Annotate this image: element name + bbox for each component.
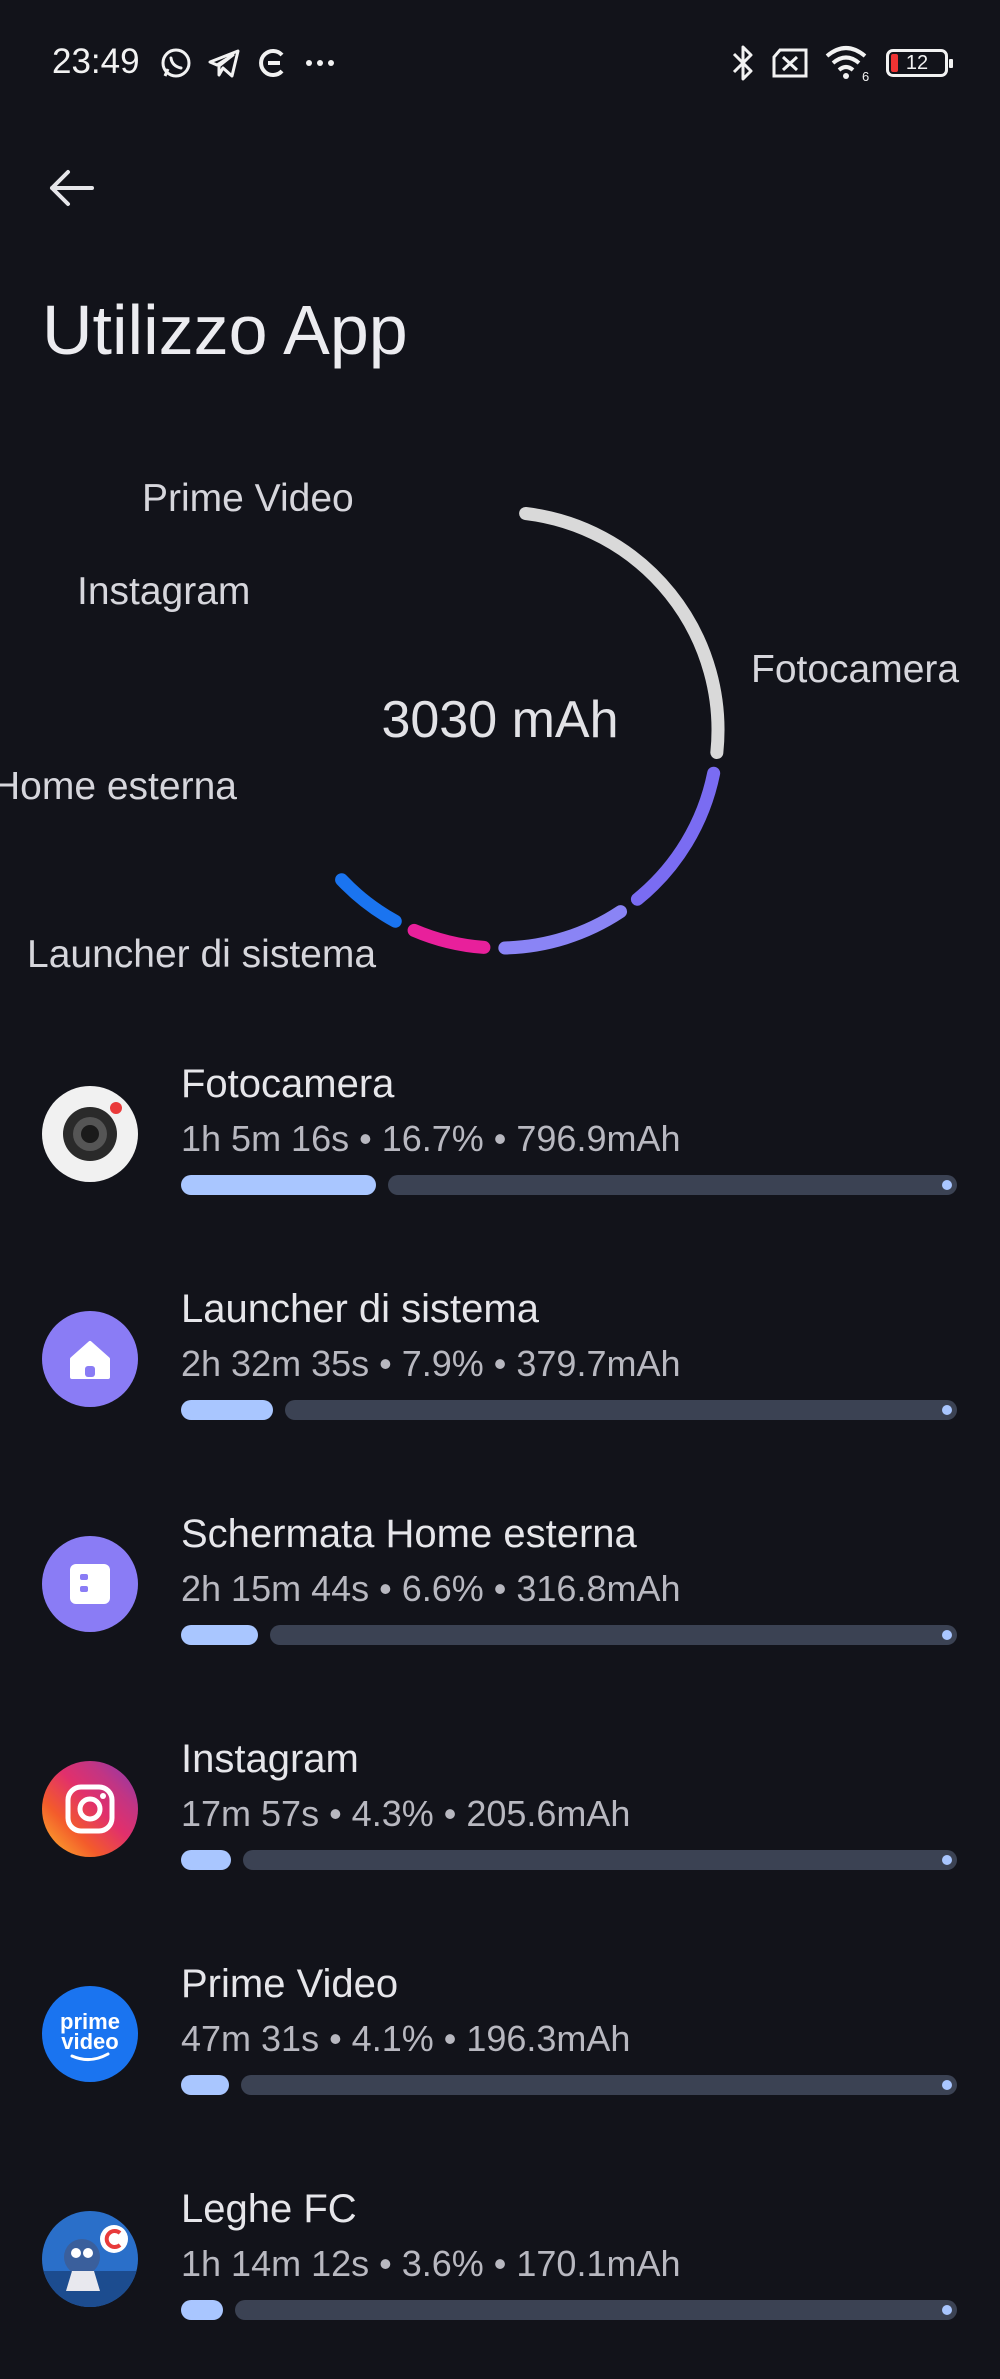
app-row-fotocamera[interactable]: Fotocamera 1h 5m 16s • 16.7% • 796.9mAh bbox=[0, 1050, 1000, 1250]
app-name: Leghe FC bbox=[181, 2187, 357, 2231]
instagram-icon bbox=[42, 1761, 138, 1857]
page-title: Utilizzo App bbox=[42, 291, 408, 369]
more-dots-icon bbox=[306, 60, 334, 66]
donut-segment-instagram bbox=[407, 923, 491, 954]
app-usage-detail: 1h 14m 12s • 3.6% • 170.1mAh bbox=[181, 2243, 681, 2284]
telegram-icon bbox=[208, 49, 240, 78]
camera-app-icon bbox=[42, 1086, 138, 1182]
usage-bar bbox=[181, 2300, 957, 2320]
app-row-instagram[interactable]: Instagram 17m 57s • 4.3% • 205.6mAh bbox=[0, 1725, 1000, 1925]
donut-label-prime-video: Prime Video bbox=[142, 477, 354, 520]
app-name: Launcher di sistema bbox=[181, 1287, 539, 1331]
usage-bar bbox=[181, 1175, 957, 1195]
notification-icons bbox=[159, 46, 337, 80]
no-sim-icon bbox=[772, 48, 808, 78]
usage-bar bbox=[181, 2075, 957, 2095]
external-home-icon bbox=[42, 1536, 138, 1632]
prime-video-icon: prime video bbox=[42, 1986, 138, 2082]
donut-segment-home-esterna bbox=[498, 905, 628, 955]
home-launcher-icon bbox=[42, 1311, 138, 1407]
leghe-fc-icon bbox=[259, 49, 284, 77]
app-usage-detail: 2h 15m 44s • 6.6% • 316.8mAh bbox=[181, 1568, 681, 1609]
donut-segment-prime-video bbox=[335, 873, 402, 928]
battery-level: 12 bbox=[905, 51, 929, 74]
app-row-leghe-fc[interactable]: Leghe FC 1h 14m 12s • 3.6% • 170.1mAh bbox=[0, 2175, 1000, 2375]
status-bar: 23:49 6 12 bbox=[52, 38, 953, 88]
donut-label-launcher: Launcher di sistema bbox=[27, 933, 377, 976]
status-time: 23:49 bbox=[52, 42, 140, 81]
app-usage-detail: 47m 31s • 4.1% • 196.3mAh bbox=[181, 2018, 631, 2059]
app-name: Fotocamera bbox=[181, 1062, 395, 1106]
app-name: Schermata Home esterna bbox=[181, 1512, 637, 1556]
donut-segment-launcher bbox=[630, 766, 721, 906]
usage-bar bbox=[181, 1400, 957, 1420]
wifi-badge: 6 bbox=[862, 69, 869, 82]
app-name: Prime Video bbox=[181, 1962, 399, 2006]
app-name: Instagram bbox=[181, 1737, 359, 1781]
battery-indicator: 12 bbox=[886, 49, 953, 77]
video-icon-text: video bbox=[61, 2029, 118, 2054]
usage-bar bbox=[181, 1850, 957, 1870]
app-usage-detail: 17m 57s • 4.3% • 205.6mAh bbox=[181, 1793, 631, 1834]
app-row-prime-video[interactable]: prime video Prime Video 47m 31s • 4.1% •… bbox=[0, 1950, 1000, 2150]
app-usage-detail: 2h 32m 35s • 7.9% • 379.7mAh bbox=[181, 1343, 681, 1384]
donut-label-fotocamera: Fotocamera bbox=[751, 648, 960, 691]
app-row-launcher[interactable]: Launcher di sistema 2h 32m 35s • 7.9% • … bbox=[0, 1275, 1000, 1475]
wifi-icon: 6 bbox=[825, 46, 869, 82]
back-arrow-icon[interactable] bbox=[44, 160, 100, 216]
total-consumption-label: 3030 mAh bbox=[381, 691, 619, 749]
app-row-home-esterna[interactable]: Schermata Home esterna 2h 15m 44s • 6.6%… bbox=[0, 1500, 1000, 1700]
donut-label-home-esterna: Home esterna bbox=[0, 765, 237, 808]
whatsapp-icon bbox=[161, 48, 191, 78]
leghe-fc-app-icon bbox=[42, 2211, 138, 2307]
usage-bar bbox=[181, 1625, 957, 1645]
donut-label-instagram: Instagram bbox=[77, 570, 251, 613]
system-icons: 6 12 bbox=[730, 44, 953, 82]
bluetooth-icon bbox=[732, 45, 753, 81]
app-usage-detail: 1h 5m 16s • 16.7% • 796.9mAh bbox=[181, 1118, 681, 1159]
